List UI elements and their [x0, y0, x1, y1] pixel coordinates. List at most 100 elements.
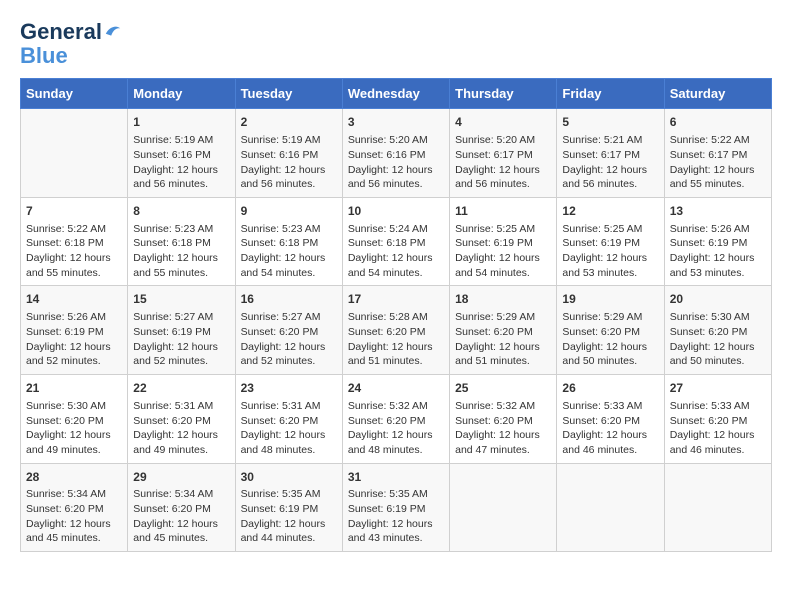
calendar-cell: 13 Sunrise: 5:26 AMSunset: 6:19 PMDayligh…	[664, 197, 771, 286]
day-number: 30	[241, 469, 337, 486]
calendar-cell: 1Sunrise: 5:19 AMSunset: 6:16 PMDaylight…	[128, 109, 235, 198]
col-header-saturday: Saturday	[664, 79, 771, 109]
day-info: Sunrise: 5:34 AMSunset: 6:20 PMDaylight:…	[133, 487, 229, 546]
col-header-thursday: Thursday	[450, 79, 557, 109]
col-header-sunday: Sunday	[21, 79, 128, 109]
day-info: Sunrise: 5:35 AMSunset: 6:19 PMDaylight:…	[241, 487, 337, 546]
header-row: SundayMondayTuesdayWednesdayThursdayFrid…	[21, 79, 772, 109]
calendar-week-2: 14 Sunrise: 5:26 AMSunset: 6:19 PMDayligh…	[21, 286, 772, 375]
calendar-cell: 31Sunrise: 5:35 AMSunset: 6:19 PMDayligh…	[342, 463, 449, 552]
col-header-wednesday: Wednesday	[342, 79, 449, 109]
day-number: 28	[26, 469, 122, 486]
day-number: 17	[348, 291, 444, 308]
day-number: 11	[455, 203, 551, 220]
calendar-cell: 10 Sunrise: 5:24 AMSunset: 6:18 PMDayligh…	[342, 197, 449, 286]
calendar-cell	[21, 109, 128, 198]
calendar-cell: 6Sunrise: 5:22 AMSunset: 6:17 PMDaylight…	[664, 109, 771, 198]
calendar-cell: 15 Sunrise: 5:27 AMSunset: 6:19 PMDayligh…	[128, 286, 235, 375]
calendar-cell: 30Sunrise: 5:35 AMSunset: 6:19 PMDayligh…	[235, 463, 342, 552]
calendar-cell: 7 Sunrise: 5:22 AMSunset: 6:18 PMDaylight…	[21, 197, 128, 286]
calendar-cell: 16 Sunrise: 5:27 AMSunset: 6:20 PMDayligh…	[235, 286, 342, 375]
day-number: 19	[562, 291, 658, 308]
day-number: 24	[348, 380, 444, 397]
day-number: 13	[670, 203, 766, 220]
day-number: 20	[670, 291, 766, 308]
day-info: Sunrise: 5:20 AMSunset: 6:17 PMDaylight:…	[455, 133, 551, 192]
day-info: Sunrise: 5:27 AMSunset: 6:20 PMDaylight:…	[241, 310, 337, 369]
calendar-cell: 25 Sunrise: 5:32 AMSunset: 6:20 PMDayligh…	[450, 375, 557, 464]
day-info: Sunrise: 5:35 AMSunset: 6:19 PMDaylight:…	[348, 487, 444, 546]
day-number: 7	[26, 203, 122, 220]
day-number: 10	[348, 203, 444, 220]
day-info: Sunrise: 5:23 AMSunset: 6:18 PMDaylight:…	[241, 222, 337, 281]
day-info: Sunrise: 5:26 AMSunset: 6:19 PMDaylight:…	[26, 310, 122, 369]
calendar-cell: 2 Sunrise: 5:19 AMSunset: 6:16 PMDaylight…	[235, 109, 342, 198]
calendar-cell	[664, 463, 771, 552]
calendar-cell: 17 Sunrise: 5:28 AMSunset: 6:20 PMDayligh…	[342, 286, 449, 375]
calendar-cell: 3Sunrise: 5:20 AMSunset: 6:16 PMDaylight…	[342, 109, 449, 198]
calendar-week-0: 1Sunrise: 5:19 AMSunset: 6:16 PMDaylight…	[21, 109, 772, 198]
day-number: 29	[133, 469, 229, 486]
day-info: Sunrise: 5:32 AMSunset: 6:20 PMDaylight:…	[455, 399, 551, 458]
calendar-cell: 19Sunrise: 5:29 AMSunset: 6:20 PMDayligh…	[557, 286, 664, 375]
day-number: 31	[348, 469, 444, 486]
day-number: 5	[562, 114, 658, 131]
day-info: Sunrise: 5:24 AMSunset: 6:18 PMDaylight:…	[348, 222, 444, 281]
page-header: General Blue	[20, 20, 772, 68]
day-number: 23	[241, 380, 337, 397]
logo-text-blue: Blue	[20, 43, 68, 68]
calendar-cell	[557, 463, 664, 552]
calendar-cell: 11 Sunrise: 5:25 AMSunset: 6:19 PMDayligh…	[450, 197, 557, 286]
day-info: Sunrise: 5:26 AMSunset: 6:19 PMDaylight:…	[670, 222, 766, 281]
day-number: 18	[455, 291, 551, 308]
calendar-cell: 29Sunrise: 5:34 AMSunset: 6:20 PMDayligh…	[128, 463, 235, 552]
calendar-week-4: 28 Sunrise: 5:34 AMSunset: 6:20 PMDayligh…	[21, 463, 772, 552]
calendar-cell: 14 Sunrise: 5:26 AMSunset: 6:19 PMDayligh…	[21, 286, 128, 375]
day-number: 8	[133, 203, 229, 220]
day-info: Sunrise: 5:22 AMSunset: 6:18 PMDaylight:…	[26, 222, 122, 281]
day-info: Sunrise: 5:33 AMSunset: 6:20 PMDaylight:…	[670, 399, 766, 458]
day-info: Sunrise: 5:21 AMSunset: 6:17 PMDaylight:…	[562, 133, 658, 192]
day-number: 22	[133, 380, 229, 397]
calendar-table: SundayMondayTuesdayWednesdayThursdayFrid…	[20, 78, 772, 552]
calendar-cell: 27 Sunrise: 5:33 AMSunset: 6:20 PMDayligh…	[664, 375, 771, 464]
calendar-cell: 22 Sunrise: 5:31 AMSunset: 6:20 PMDayligh…	[128, 375, 235, 464]
calendar-cell: 4 Sunrise: 5:20 AMSunset: 6:17 PMDaylight…	[450, 109, 557, 198]
day-number: 6	[670, 114, 766, 131]
day-info: Sunrise: 5:19 AMSunset: 6:16 PMDaylight:…	[133, 133, 229, 192]
calendar-cell: 12Sunrise: 5:25 AMSunset: 6:19 PMDayligh…	[557, 197, 664, 286]
day-number: 25	[455, 380, 551, 397]
day-number: 16	[241, 291, 337, 308]
day-number: 12	[562, 203, 658, 220]
calendar-cell: 9 Sunrise: 5:23 AMSunset: 6:18 PMDaylight…	[235, 197, 342, 286]
day-info: Sunrise: 5:30 AMSunset: 6:20 PMDaylight:…	[26, 399, 122, 458]
day-number: 4	[455, 114, 551, 131]
day-number: 21	[26, 380, 122, 397]
calendar-week-3: 21 Sunrise: 5:30 AMSunset: 6:20 PMDayligh…	[21, 375, 772, 464]
day-info: Sunrise: 5:20 AMSunset: 6:16 PMDaylight:…	[348, 133, 444, 192]
calendar-cell: 5 Sunrise: 5:21 AMSunset: 6:17 PMDaylight…	[557, 109, 664, 198]
day-number: 9	[241, 203, 337, 220]
calendar-cell: 20 Sunrise: 5:30 AMSunset: 6:20 PMDayligh…	[664, 286, 771, 375]
day-info: Sunrise: 5:19 AMSunset: 6:16 PMDaylight:…	[241, 133, 337, 192]
day-number: 27	[670, 380, 766, 397]
day-info: Sunrise: 5:33 AMSunset: 6:20 PMDaylight:…	[562, 399, 658, 458]
day-number: 15	[133, 291, 229, 308]
day-info: Sunrise: 5:30 AMSunset: 6:20 PMDaylight:…	[670, 310, 766, 369]
logo-text-general: General	[20, 20, 102, 44]
day-number: 14	[26, 291, 122, 308]
calendar-cell	[450, 463, 557, 552]
col-header-monday: Monday	[128, 79, 235, 109]
day-info: Sunrise: 5:31 AMSunset: 6:20 PMDaylight:…	[133, 399, 229, 458]
day-info: Sunrise: 5:27 AMSunset: 6:19 PMDaylight:…	[133, 310, 229, 369]
day-info: Sunrise: 5:28 AMSunset: 6:20 PMDaylight:…	[348, 310, 444, 369]
col-header-friday: Friday	[557, 79, 664, 109]
calendar-week-1: 7 Sunrise: 5:22 AMSunset: 6:18 PMDaylight…	[21, 197, 772, 286]
calendar-cell: 24 Sunrise: 5:32 AMSunset: 6:20 PMDayligh…	[342, 375, 449, 464]
day-number: 2	[241, 114, 337, 131]
day-info: Sunrise: 5:25 AMSunset: 6:19 PMDaylight:…	[455, 222, 551, 281]
day-number: 26	[562, 380, 658, 397]
logo: General Blue	[20, 20, 122, 68]
day-info: Sunrise: 5:32 AMSunset: 6:20 PMDaylight:…	[348, 399, 444, 458]
day-info: Sunrise: 5:31 AMSunset: 6:20 PMDaylight:…	[241, 399, 337, 458]
